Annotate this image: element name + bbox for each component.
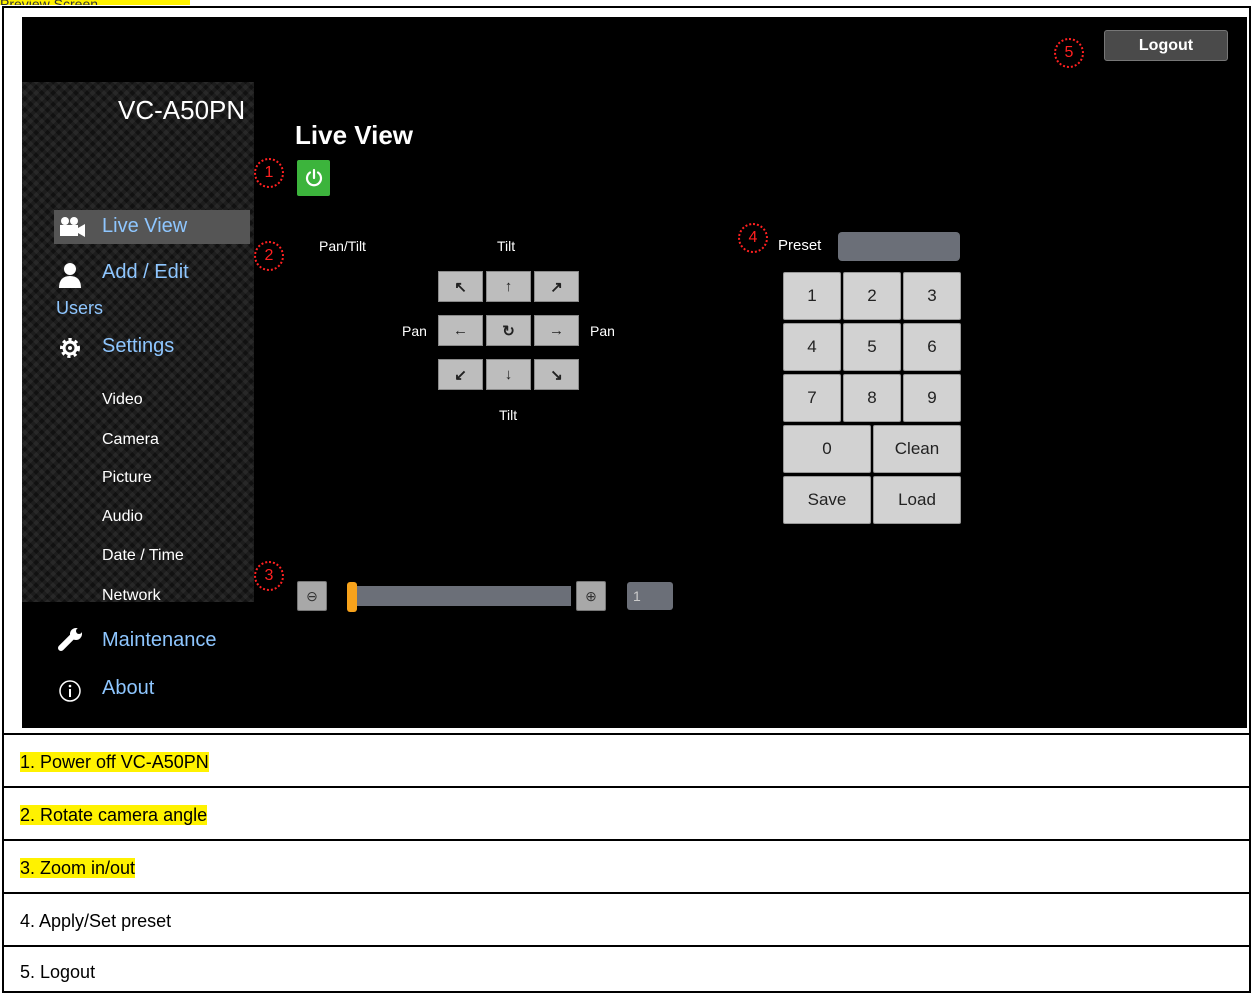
arrow-left-icon: ← [453,322,468,339]
preset-key-9[interactable]: 9 [903,374,961,422]
sidebar-item-label[interactable]: Live View [102,215,187,238]
preset-key-2[interactable]: 2 [843,272,901,320]
ptz-left-button[interactable]: ← [438,315,483,346]
sidebar-subitem-picture[interactable]: Picture [102,469,152,487]
arrow-down-right-icon: ↘ [550,366,563,384]
preset-key-1[interactable]: 1 [783,272,841,320]
arrow-down-left-icon: ↙ [454,366,467,384]
sidebar-subitem-date-time[interactable]: Date / Time [102,547,184,565]
preset-save-button[interactable]: Save [783,476,871,524]
pan-tilt-label: Pan/Tilt [319,238,366,254]
arrow-up-left-icon: ↖ [454,278,467,296]
sidebar-item-users[interactable]: Users [56,298,103,319]
preset-key-6[interactable]: 6 [903,323,961,371]
sidebar-item-maintenance[interactable]: Maintenance [102,629,217,652]
pan-label-right: Pan [590,323,615,339]
divider [2,786,1251,788]
divider [2,892,1251,894]
sidebar-item-add-edit[interactable]: Add / Edit [102,261,189,284]
zoom-in-icon: ⊕ [585,587,597,604]
preset-load-button[interactable]: Load [873,476,961,524]
power-icon [305,168,322,187]
divider [2,945,1251,947]
caption-row-2: 2. Rotate camera angle [20,805,208,825]
arrow-up-right-icon: ↗ [550,278,563,296]
callout-marker-2: 2 [254,241,284,271]
sidebar-subitem-video[interactable]: Video [102,391,143,409]
ptz-up-button[interactable]: ↑ [486,271,531,302]
ptz-right-button[interactable]: → [534,315,579,346]
power-button[interactable] [297,160,330,196]
ptz-down-left-button[interactable]: ↙ [438,359,483,390]
tilt-label-bottom: Tilt [499,407,518,423]
divider [2,839,1251,841]
zoom-slider[interactable] [347,586,571,606]
arrow-up-icon: ↑ [504,278,513,295]
caption-row-4: 4. Apply/Set preset [20,911,172,931]
ptz-up-right-button[interactable]: ↗ [534,271,579,302]
caption-row-5: 5. Logout [20,962,96,982]
wrench-icon [58,628,84,657]
arrow-down-icon: ↓ [504,366,513,383]
ptz-down-right-button[interactable]: ↘ [534,359,579,390]
zoom-value-field[interactable]: 1 [627,582,673,610]
pan-label-left: Pan [402,323,427,339]
caption-row-1: 1. Power off VC-A50PN [20,752,209,772]
top-caption: Preview Screen [0,0,190,5]
zoom-slider-thumb[interactable] [347,582,357,612]
page-title: Live View [295,120,414,150]
figure-table: VC-A50PN Live View Add / Edit Users Sett… [2,6,1251,993]
preset-label: Preset [778,237,822,254]
preset-input[interactable] [838,232,960,261]
gear-icon [58,336,82,365]
user-icon [58,262,82,293]
preset-key-3[interactable]: 3 [903,272,961,320]
ptz-up-left-button[interactable]: ↖ [438,271,483,302]
model-name: VC-A50PN [118,95,246,125]
preset-key-7[interactable]: 7 [783,374,841,422]
preset-key-5[interactable]: 5 [843,323,901,371]
callout-marker-5: 5 [1054,38,1084,68]
sidebar-subitem-network[interactable]: Network [102,587,161,605]
preset-clean-button[interactable]: Clean [873,425,961,473]
zoom-out-button[interactable]: ⊖ [297,581,327,611]
live-view-screen: VC-A50PN Live View Add / Edit Users Sett… [22,17,1247,728]
callout-marker-4: 4 [738,223,768,253]
caption-row-3: 3. Zoom in/out [20,858,136,878]
sidebar-item-settings[interactable]: Settings [102,335,174,358]
zoom-in-button[interactable]: ⊕ [576,581,606,611]
callout-marker-1: 1 [254,158,284,188]
sidebar-item-about[interactable]: About [102,677,154,700]
ptz-home-button[interactable]: ↻ [486,315,531,346]
camera-icon [58,216,86,243]
sidebar-subitem-audio[interactable]: Audio [102,508,143,526]
preset-key-4[interactable]: 4 [783,323,841,371]
arrow-right-icon: → [549,322,564,339]
sidebar-subitem-camera[interactable]: Camera [102,431,159,449]
callout-marker-3: 3 [254,561,284,591]
tilt-label-top: Tilt [497,238,516,254]
divider [2,733,1251,735]
info-icon [58,679,82,708]
preset-key-0[interactable]: 0 [783,425,871,473]
logout-button[interactable]: Logout [1104,30,1228,61]
zoom-out-icon: ⊖ [306,587,318,604]
ptz-down-button[interactable]: ↓ [486,359,531,390]
refresh-icon: ↻ [502,322,515,340]
preset-key-8[interactable]: 8 [843,374,901,422]
